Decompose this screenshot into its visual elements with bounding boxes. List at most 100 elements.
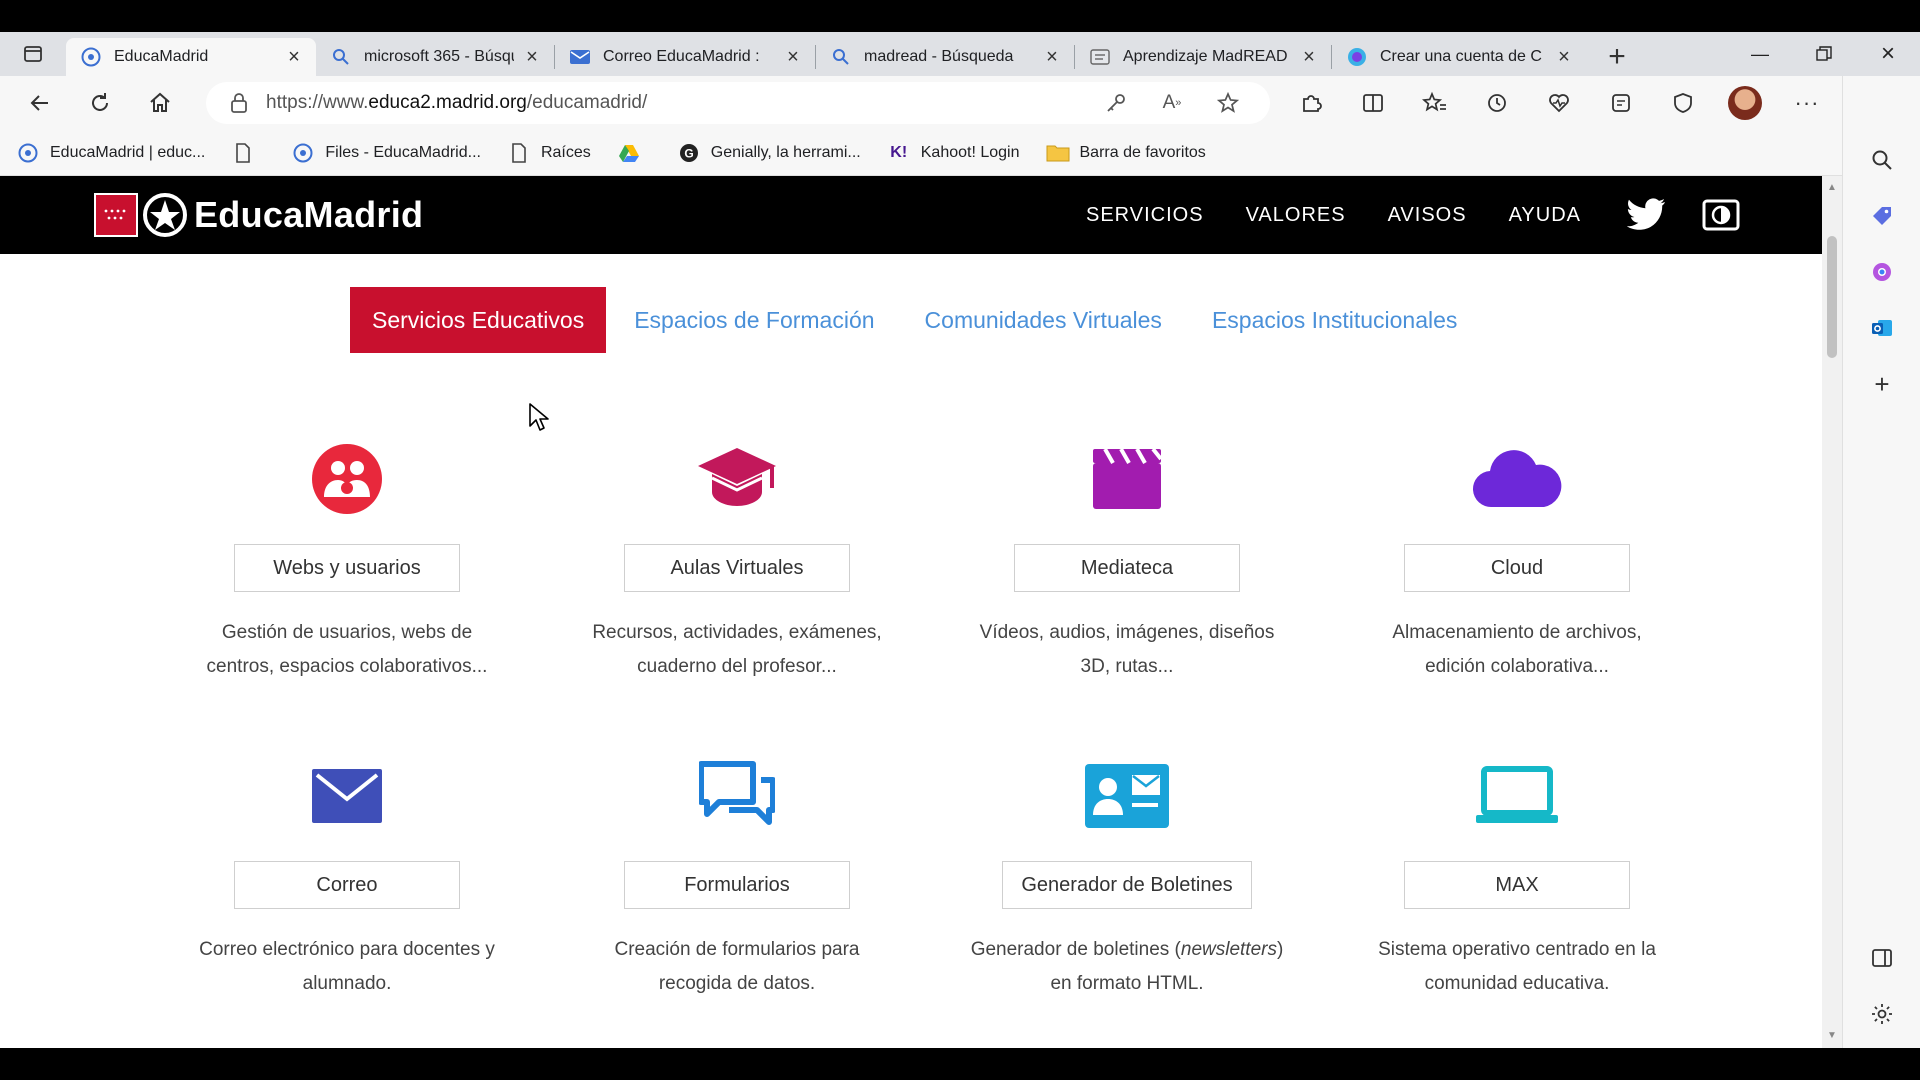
- clapperboard-icon[interactable]: [932, 434, 1322, 524]
- bookmark-educamadrid[interactable]: EducaMadrid | educ...: [16, 141, 205, 165]
- lock-icon[interactable]: [228, 92, 250, 114]
- close-icon[interactable]: ×: [781, 45, 805, 69]
- service-card-max: MAX Sistema operativo centrado en la comu…: [1322, 751, 1712, 1001]
- key-icon[interactable]: [1088, 82, 1144, 124]
- close-icon[interactable]: ×: [520, 45, 544, 69]
- tab-comunidades-virtuales[interactable]: Comunidades Virtuales: [903, 287, 1184, 353]
- contrast-toggle-icon[interactable]: [1697, 191, 1745, 239]
- sidebar-office-button[interactable]: [1843, 252, 1920, 292]
- formularios-button[interactable]: Formularios: [624, 861, 850, 909]
- cloud-button[interactable]: Cloud: [1404, 544, 1630, 592]
- page-scrollbar[interactable]: ▲ ▼: [1822, 176, 1842, 1048]
- sidebar-search-button[interactable]: [1843, 140, 1920, 180]
- favorites-button[interactable]: [1404, 81, 1466, 125]
- site-logo[interactable]: EducaMadrid: [94, 192, 423, 238]
- webs-usuarios-button[interactable]: Webs y usuarios: [234, 544, 460, 592]
- browser-essentials-button[interactable]: [1652, 81, 1714, 125]
- new-tab-button[interactable]: +: [1596, 38, 1638, 76]
- nav-ayuda[interactable]: AYUDA: [1509, 204, 1581, 227]
- home-button[interactable]: [130, 81, 190, 125]
- bookmark-raices[interactable]: Raíces: [507, 141, 591, 165]
- bookmark-files-educamadrid[interactable]: Files - EducaMadrid...: [291, 141, 481, 165]
- correo-button[interactable]: Correo: [234, 861, 460, 909]
- chat-bubbles-icon[interactable]: [542, 751, 932, 841]
- nav-valores[interactable]: VALORES: [1246, 204, 1346, 227]
- read-aloud-icon[interactable]: A»: [1144, 82, 1200, 124]
- extensions-button[interactable]: [1280, 81, 1342, 125]
- url-path: /educamadrid/: [526, 92, 648, 113]
- tab-crear-cuenta[interactable]: Crear una cuenta de C ×: [1332, 38, 1586, 76]
- bookmark-page[interactable]: [231, 141, 265, 165]
- url-text[interactable]: https://www.educa2.madrid.org/educamadri…: [266, 92, 1088, 114]
- close-icon[interactable]: ×: [1552, 45, 1576, 69]
- tab-correo[interactable]: Correo EducaMadrid : ×: [555, 38, 815, 76]
- address-bar[interactable]: https://www.educa2.madrid.org/educamadri…: [206, 82, 1270, 124]
- restore-button[interactable]: [1792, 32, 1856, 76]
- cloud-icon[interactable]: [1322, 434, 1712, 524]
- close-icon[interactable]: ×: [1040, 45, 1064, 69]
- outlook-icon: [1872, 320, 1892, 336]
- history-button[interactable]: [1466, 81, 1528, 125]
- tab-actions-button[interactable]: [0, 32, 66, 76]
- puzzle-icon: [1303, 95, 1322, 112]
- svg-text:G: G: [684, 146, 693, 160]
- bookmark-kahoot[interactable]: K! Kahoot! Login: [887, 141, 1019, 165]
- split-screen-button[interactable]: [1342, 81, 1404, 125]
- close-icon[interactable]: ×: [1297, 45, 1321, 69]
- kahoot-icon: K!: [890, 143, 908, 161]
- bookmark-label: EducaMadrid | educ...: [50, 143, 206, 161]
- star-icon[interactable]: [1200, 82, 1256, 124]
- mediateca-button[interactable]: Mediateca: [1014, 544, 1240, 592]
- close-icon[interactable]: ×: [282, 45, 306, 69]
- back-button[interactable]: [10, 81, 70, 125]
- collections-button[interactable]: [1590, 81, 1652, 125]
- bookmark-folder-favoritos[interactable]: Barra de favoritos: [1046, 141, 1206, 165]
- aulas-virtuales-button[interactable]: Aulas Virtuales: [624, 544, 850, 592]
- bookmark-genially[interactable]: G Genially, la herrami...: [677, 141, 861, 165]
- nav-servicios[interactable]: SERVICIOS: [1086, 204, 1204, 227]
- search-favicon: [330, 46, 352, 68]
- tab-title: Crear una cuenta de C: [1380, 48, 1542, 65]
- envelope-icon[interactable]: [152, 751, 542, 841]
- tab-madread-search[interactable]: madread - Búsqueda ×: [816, 38, 1074, 76]
- close-window-button[interactable]: ×: [1856, 32, 1920, 76]
- tab-aprendizaje-madread[interactable]: Aprendizaje MadREAD ×: [1075, 38, 1331, 76]
- plus-icon: +: [1608, 40, 1626, 73]
- service-description: Vídeos, audios, imágenes, diseños 3D, rut…: [979, 622, 1275, 677]
- sidebar-shopping-button[interactable]: [1843, 196, 1920, 236]
- office-icon: [1873, 263, 1891, 281]
- sidebar-settings-button[interactable]: [1843, 994, 1920, 1034]
- performance-button[interactable]: [1528, 81, 1590, 125]
- sidebar-panel-icon: [1872, 949, 1892, 967]
- page-icon: [507, 141, 531, 165]
- generador-boletines-button[interactable]: Generador de Boletines: [1002, 861, 1252, 909]
- profile-button[interactable]: [1714, 81, 1776, 125]
- more-options-button[interactable]: ···: [1776, 81, 1838, 125]
- tab-educamadrid[interactable]: EducaMadrid ×: [66, 38, 316, 76]
- max-button[interactable]: MAX: [1404, 861, 1630, 909]
- service-card-cloud: Cloud Almacenamiento de archivos, edición…: [1322, 434, 1712, 684]
- tab-servicios-educativos[interactable]: Servicios Educativos: [350, 287, 607, 353]
- logo-text: EducaMadrid: [194, 194, 424, 235]
- minimize-button[interactable]: —: [1728, 32, 1792, 76]
- contact-card-icon[interactable]: [932, 751, 1322, 841]
- tab-microsoft-365[interactable]: microsoft 365 - Búsqu ×: [316, 38, 554, 76]
- scroll-thumb[interactable]: [1827, 236, 1837, 358]
- scroll-up-icon[interactable]: ▲: [1826, 182, 1838, 194]
- bookmark-google-drive[interactable]: [617, 141, 651, 165]
- sidebar-outlook-button[interactable]: [1843, 308, 1920, 348]
- nav-avisos[interactable]: AVISOS: [1388, 204, 1467, 227]
- site-nav: SERVICIOS VALORES AVISOS AYUDA: [1086, 176, 1771, 254]
- twitter-icon[interactable]: [1623, 191, 1671, 239]
- sidebar-hide-button[interactable]: [1843, 938, 1920, 978]
- users-icon[interactable]: [152, 434, 542, 524]
- scroll-down-icon[interactable]: ▼: [1826, 1030, 1838, 1042]
- favorites-icon: [1422, 91, 1446, 112]
- reload-button[interactable]: [70, 81, 130, 125]
- laptop-icon[interactable]: [1322, 751, 1712, 841]
- tab-espacios-institucionales[interactable]: Espacios Institucionales: [1190, 287, 1479, 353]
- tab-espacios-formacion[interactable]: Espacios de Formación: [612, 287, 896, 353]
- sidebar-add-button[interactable]: +: [1843, 364, 1920, 404]
- graduation-cap-icon[interactable]: [542, 434, 932, 524]
- more-dots-icon: ···: [1794, 90, 1820, 115]
